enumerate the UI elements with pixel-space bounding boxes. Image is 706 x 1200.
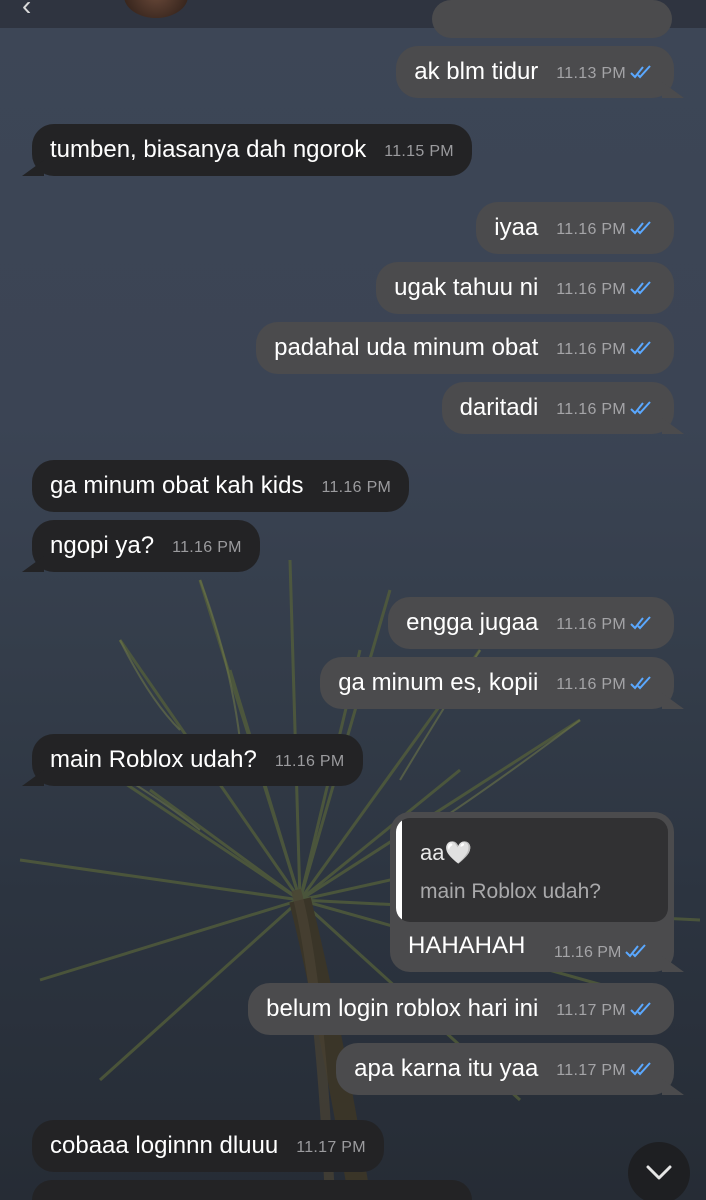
message-text: ga minum obat kah kids (50, 472, 304, 499)
double-check-icon (630, 401, 651, 415)
double-check-icon (630, 616, 651, 630)
message-text: ugak tahuu ni (394, 274, 539, 301)
contact-avatar[interactable] (124, 0, 188, 18)
message-text: padahal uda minum obat (274, 334, 539, 361)
message-text: tumben, biasanya dah ngorok (50, 136, 367, 163)
message-text: cobaaa loginnn dluuu (50, 1132, 279, 1159)
message-outgoing[interactable]: belum login roblox hari ini 11.17 PM (248, 983, 674, 1035)
double-check-icon (630, 281, 651, 295)
message-time: 11.17 PM (556, 1043, 652, 1099)
next-message-bubble (32, 1180, 472, 1200)
message-outgoing[interactable]: daritadi 11.16 PM (441, 382, 674, 434)
message-time: 11.16 PM (556, 262, 652, 318)
message-outgoing[interactable]: ugak tahuu ni 11.16 PM (376, 262, 674, 314)
double-check-icon (630, 221, 651, 235)
message-incoming[interactable]: main Roblox udah? 11.16 PM (32, 734, 363, 786)
message-incoming[interactable]: tumben, biasanya dah ngorok 11.15 PM (32, 124, 472, 176)
message-incoming[interactable]: cobaaa loginnn dluuu 11.17 PM (32, 1120, 384, 1172)
quoted-text: main Roblox udah? (420, 880, 601, 903)
message-incoming[interactable]: ngopi ya? 11.16 PM (32, 520, 260, 572)
message-outgoing[interactable]: ga minum es, kopii 11.16 PM (320, 657, 674, 709)
double-check-icon (630, 65, 651, 79)
message-time: 11.16 PM (554, 944, 647, 962)
message-text: ngopi ya? (50, 532, 155, 559)
message-text: iyaa (494, 214, 539, 241)
double-check-icon (630, 1062, 651, 1076)
message-incoming[interactable]: ga minum obat kah kids 11.16 PM (32, 460, 410, 512)
message-time: 11.16 PM (172, 539, 242, 556)
quoted-message[interactable]: aa🤍 main Roblox udah? (396, 818, 668, 922)
double-check-icon (630, 1002, 651, 1016)
message-outgoing[interactable]: engga jugaa 11.16 PM (388, 597, 674, 649)
message-outgoing-reply[interactable]: aa🤍 main Roblox udah? HAHAHAH 11.16 PM (390, 812, 674, 972)
message-time: 11.16 PM (274, 753, 345, 770)
message-time: 11.16 PM (556, 597, 652, 653)
message-text: belum login roblox hari ini (266, 995, 539, 1022)
message-time: 11.17 PM (296, 1139, 366, 1156)
message-time: 11.16 PM (321, 479, 392, 496)
message-text: ga minum es, kopii (338, 669, 539, 696)
previous-message-bubble (432, 0, 672, 38)
message-time: 11.16 PM (556, 322, 652, 378)
message-time: 11.15 PM (384, 143, 454, 160)
double-check-icon (630, 341, 651, 355)
message-text: apa karna itu yaa (354, 1055, 539, 1082)
message-text: HAHAHAH (408, 932, 526, 959)
message-time: 11.13 PM (556, 46, 652, 102)
back-chevron-icon[interactable]: ‹ (22, 0, 31, 22)
message-time: 11.17 PM (556, 983, 652, 1039)
message-outgoing[interactable]: ak blm tidur 11.13 PM (396, 46, 674, 98)
message-text: main Roblox udah? (50, 746, 257, 773)
message-time: 11.16 PM (556, 657, 652, 713)
message-outgoing[interactable]: apa karna itu yaa 11.17 PM (336, 1043, 674, 1095)
quote-bar (396, 818, 402, 922)
double-check-icon (630, 676, 651, 690)
message-outgoing[interactable]: padahal uda minum obat 11.16 PM (256, 322, 674, 374)
message-text: engga jugaa (406, 609, 539, 636)
message-time: 11.16 PM (556, 202, 652, 258)
message-text: ak blm tidur (414, 58, 539, 85)
double-check-icon (625, 944, 647, 958)
message-text: daritadi (459, 394, 539, 421)
scroll-to-bottom-button[interactable] (628, 1142, 690, 1200)
message-time: 11.16 PM (556, 382, 652, 438)
chevron-down-icon (646, 1165, 672, 1180)
quoted-author: aa🤍 (420, 840, 472, 865)
message-outgoing[interactable]: iyaa 11.16 PM (476, 202, 674, 254)
